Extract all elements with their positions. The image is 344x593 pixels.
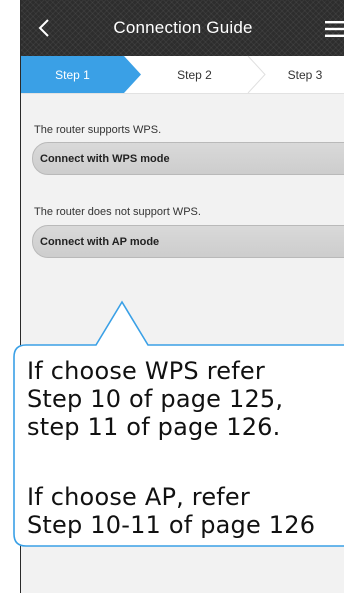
step-1: Step 1	[55, 67, 90, 82]
step-3: Step 3	[287, 67, 323, 82]
callout-line-4: If choose AP, refer	[27, 483, 250, 511]
hamburger-menu-icon[interactable]	[325, 19, 344, 39]
callout-line-2: Step 10 of page 125,	[27, 385, 284, 413]
callout-line-1: If choose WPS refer	[27, 357, 265, 385]
callout-line-5: Step 10-11 of page 126	[27, 511, 316, 539]
callout-line-3: step 11 of page 126.	[27, 413, 281, 441]
step-2: Step 2	[177, 67, 212, 82]
page-title: Connection Guide	[113, 18, 253, 37]
wps-not-supported-label: The router does not support WPS.	[34, 206, 201, 218]
step-indicator: Step 1 Step 2 Step 3	[21, 56, 344, 94]
connect-wps-button[interactable]: Connect with WPS mode	[32, 142, 344, 175]
connect-ap-button[interactable]: Connect with AP mode	[32, 225, 344, 258]
wps-supported-label: The router supports WPS.	[34, 124, 162, 136]
top-bar: Connection Guide	[21, 0, 344, 56]
chevron-left-icon[interactable]	[33, 16, 57, 40]
